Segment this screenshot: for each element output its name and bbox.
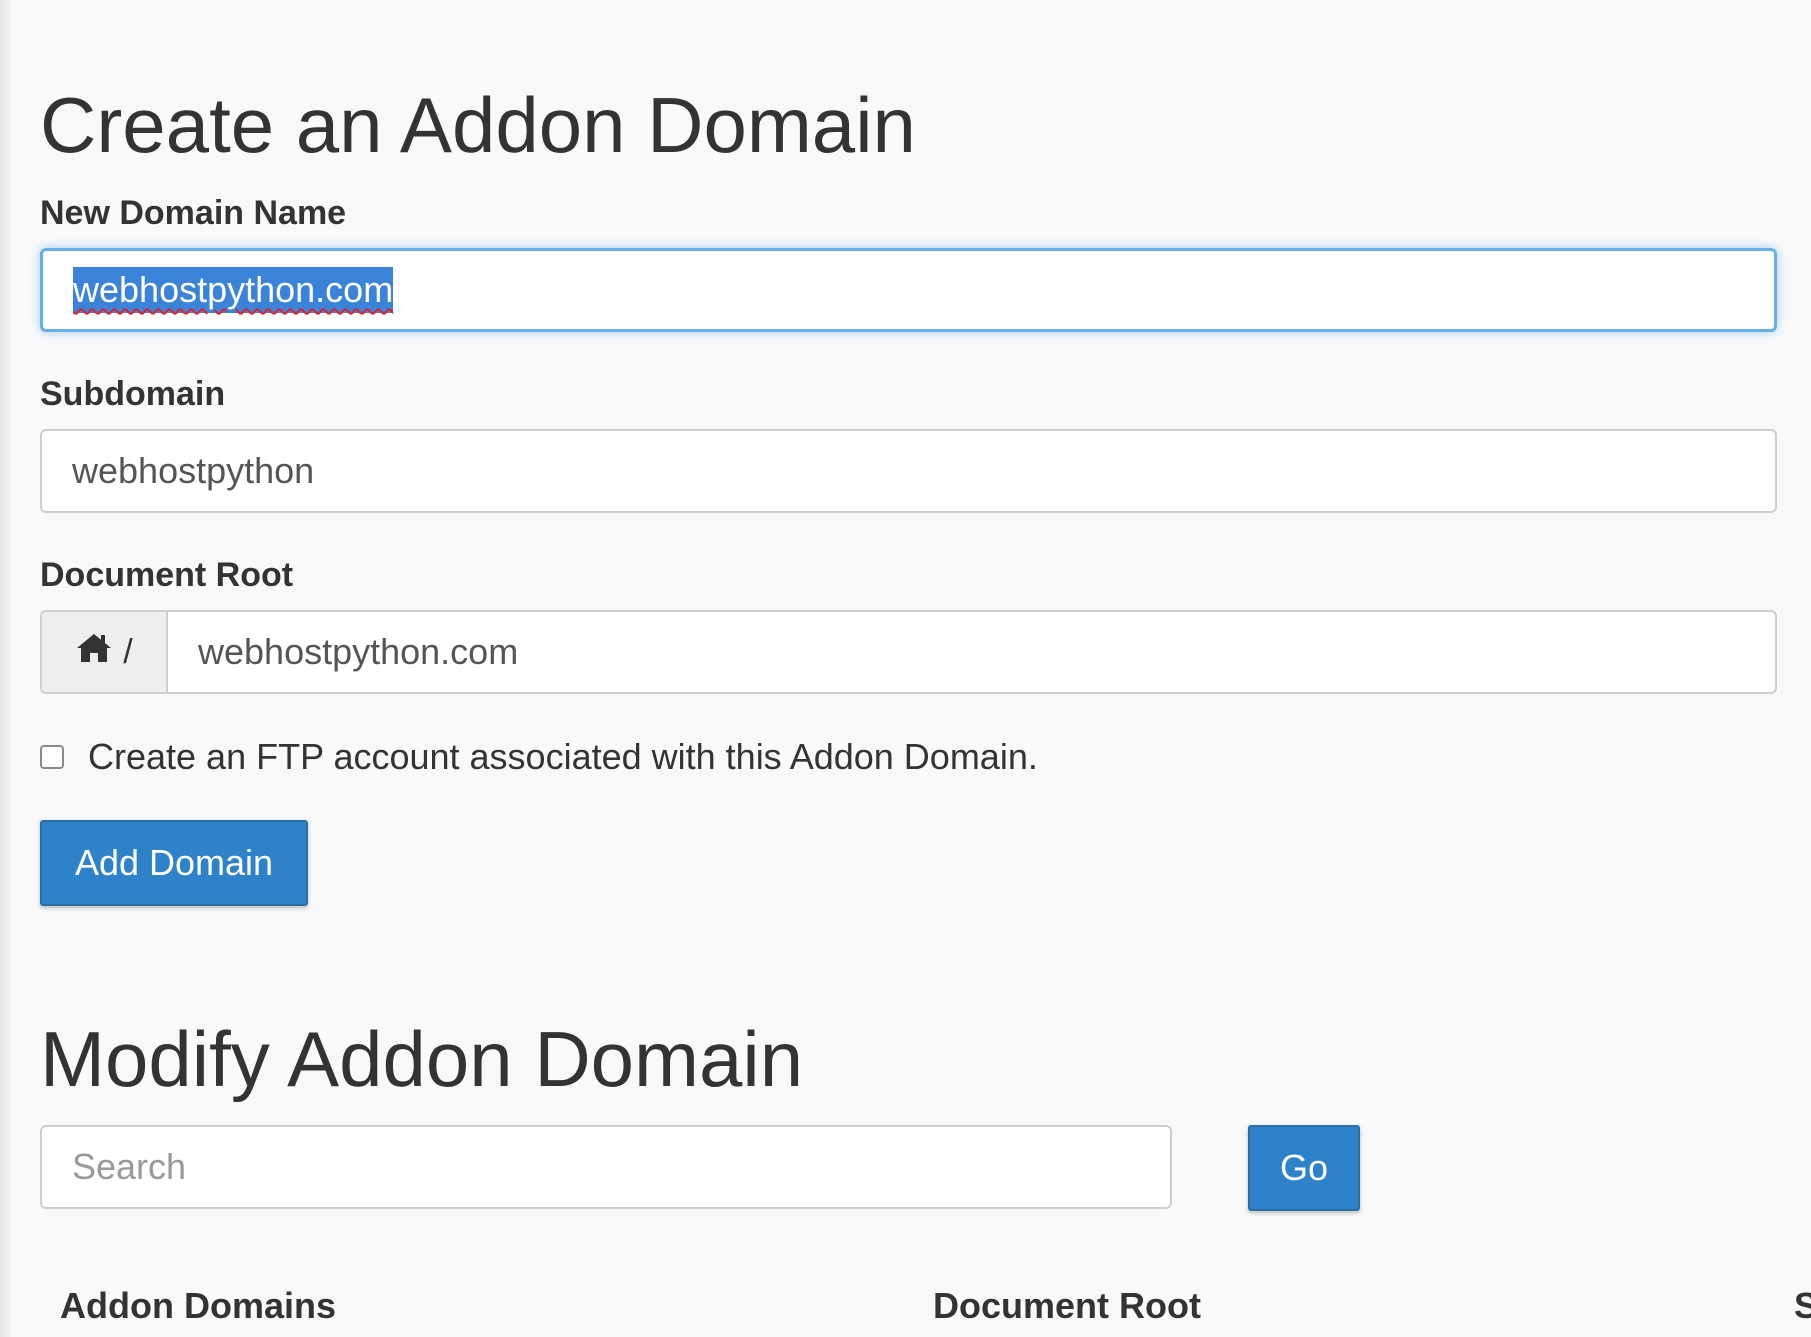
search-input[interactable]: Search (40, 1125, 1172, 1209)
subdomain-label: Subdomain (40, 375, 226, 413)
home-icon (75, 631, 113, 674)
modify-title: Modify Addon Domain (40, 1015, 804, 1103)
document-root-prefix: / (42, 612, 168, 692)
document-root-label: Document Root (40, 556, 294, 594)
ftp-account-label[interactable]: Create an FTP account associated with th… (88, 736, 1038, 778)
new-domain-input[interactable]: webhostpython.com (40, 248, 1777, 332)
left-edge-shadow (0, 0, 12, 1337)
subdomain-input[interactable]: webhostpython (40, 429, 1777, 513)
new-domain-value: webhostpython.com (73, 267, 394, 313)
ftp-account-checkbox[interactable] (40, 745, 64, 769)
document-root-value: webhostpython.com (198, 631, 519, 672)
column-header-document-root[interactable]: Document Root (933, 1285, 1201, 1327)
go-button[interactable]: Go (1248, 1125, 1360, 1211)
column-header-addon-domains[interactable]: Addon Domains (60, 1285, 336, 1327)
column-header-partial[interactable]: S (1794, 1285, 1811, 1327)
subdomain-value: webhostpython (72, 450, 315, 491)
new-domain-label: New Domain Name (40, 194, 347, 232)
document-root-separator: / (123, 632, 133, 671)
ftp-account-row: Create an FTP account associated with th… (40, 736, 1038, 778)
document-root-group: / webhostpython.com (40, 610, 1777, 694)
add-domain-button[interactable]: Add Domain (40, 820, 308, 906)
search-placeholder: Search (72, 1146, 187, 1187)
create-title: Create an Addon Domain (40, 81, 916, 169)
document-root-input[interactable]: webhostpython.com (168, 612, 1775, 692)
